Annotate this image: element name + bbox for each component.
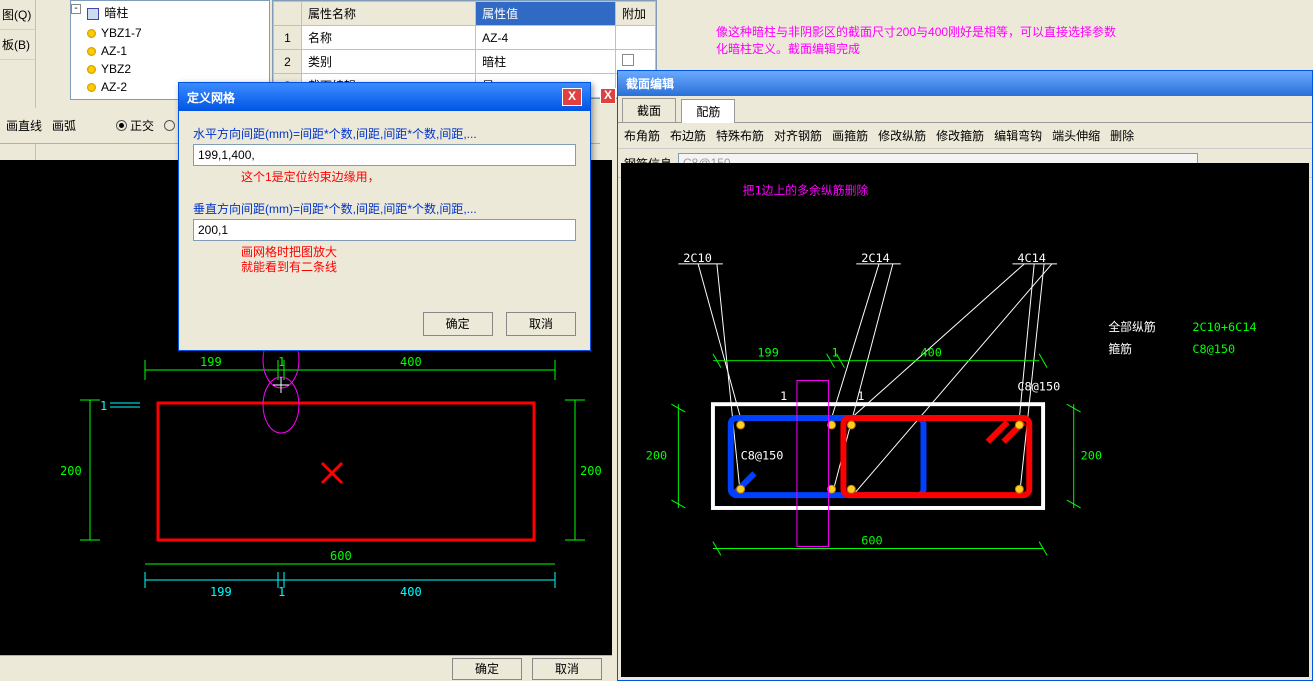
dim-400: 400 [400, 355, 422, 369]
prop-row[interactable]: 1 名称 AZ-4 [274, 26, 656, 50]
prop-row-name: 名称 [302, 26, 476, 50]
tool-edit-hook[interactable]: 编辑弯钩 [994, 127, 1042, 144]
tree-item-label: AZ-2 [101, 80, 127, 94]
cancel-button[interactable]: 取消 [506, 312, 576, 336]
tool-draw-stirrup[interactable]: 画箍筋 [832, 127, 868, 144]
section-canvas[interactable]: 把1边上的多余纵筋删除 2C10 2C14 4C14 199 1 400 [621, 163, 1309, 677]
prop-row-idx: 2 [274, 50, 302, 74]
tool-arc[interactable]: 画弧 [52, 117, 76, 134]
prop-row-idx: 1 [274, 26, 302, 50]
close-icon[interactable]: X [600, 88, 616, 104]
cancel-button[interactable]: 取消 [532, 658, 602, 680]
radio-label: 正交 [130, 117, 154, 134]
dim-1b: 1 [857, 389, 864, 403]
prop-row-extra [616, 26, 656, 50]
tree-item-label: YBZ2 [101, 62, 131, 76]
tool-label: 画弧 [52, 117, 76, 134]
dim-200-left: 200 [60, 464, 82, 478]
tool-line[interactable]: 画直线 [6, 117, 42, 134]
dim-199: 199 [757, 346, 778, 360]
tool-mod-long[interactable]: 修改纵筋 [878, 127, 926, 144]
dim-200-right: 200 [580, 464, 602, 478]
tool-mod-stirrup[interactable]: 修改箍筋 [936, 127, 984, 144]
canvas-note: 把1边上的多余纵筋删除 [743, 184, 869, 198]
h-spacing-input[interactable] [193, 144, 576, 166]
tool-special-bar[interactable]: 特殊布筋 [716, 127, 764, 144]
dim-1a: 1 [780, 389, 787, 403]
dim-199b: 199 [210, 585, 232, 599]
dim-200r: 200 [1081, 449, 1102, 463]
menu-item-graph[interactable]: 图(Q) [0, 0, 35, 30]
prop-row-value[interactable]: AZ-4 [476, 26, 616, 50]
lbl-2c10: 2C10 [683, 251, 712, 265]
tree-item-label: AZ-1 [101, 44, 127, 58]
close-icon[interactable]: X [562, 88, 582, 106]
annotation-text: 像这种暗柱与非阴影区的截面尺寸200与400刚好是相等，可以直接选择参数 化暗柱… [716, 24, 1116, 58]
dim-200l: 200 [646, 449, 667, 463]
dialog-titlebar: 定义网格 X [179, 83, 590, 111]
tree-toggle-icon[interactable]: - [71, 4, 81, 14]
section-toolbar: 布角筋 布边筋 特殊布筋 对齐钢筋 画箍筋 修改纵筋 修改箍筋 编辑弯钩 端头伸… [618, 123, 1312, 149]
tree-item[interactable]: YBZ1-7 [71, 24, 269, 42]
tree-root[interactable]: - 暗柱 [71, 1, 269, 24]
prop-row[interactable]: 2 类别 暗柱 [274, 50, 656, 74]
tool-align-bar[interactable]: 对齐钢筋 [774, 127, 822, 144]
dim-1b: 1 [278, 585, 285, 599]
lbl-c8-b: C8@150 [741, 449, 784, 463]
lbl-c8-a: C8@150 [1017, 379, 1060, 393]
radio-icon [164, 120, 175, 131]
lbl-4c14: 4C14 [1017, 251, 1046, 265]
v-spacing-note: 画网格时把图放大 就能看到有二条线 [241, 245, 576, 276]
tool-corner-bar[interactable]: 布角筋 [624, 127, 660, 144]
v-spacing-label: 垂直方向间距(mm)=间距*个数,间距,间距*个数,间距,... [193, 200, 576, 217]
tool-end-extend[interactable]: 端头伸缩 [1052, 127, 1100, 144]
dim-1-left: 1 [100, 399, 107, 413]
folder-icon [87, 8, 99, 20]
prop-row-value[interactable]: 暗柱 [476, 50, 616, 74]
dim-1: 1 [278, 355, 285, 369]
section-editor-title: 截面编辑 [618, 71, 1312, 96]
prop-corner [274, 2, 302, 26]
prop-hdr-name: 属性名称 [302, 2, 476, 26]
tool-edge-bar[interactable]: 布边筋 [670, 127, 706, 144]
tree-root-label: 暗柱 [104, 6, 128, 20]
dim-600: 600 [861, 534, 882, 548]
h-spacing-label: 水平方向间距(mm)=间距*个数,间距,间距*个数,间距,... [193, 125, 576, 142]
v-spacing-input[interactable] [193, 219, 576, 241]
dim-600: 600 [330, 549, 352, 563]
define-grid-dialog: 定义网格 X 水平方向间距(mm)=间距*个数,间距,间距*个数,间距,... … [178, 82, 591, 351]
tab-section[interactable]: 截面 [622, 98, 676, 122]
section-tabs: 截面 配筋 [618, 96, 1312, 123]
lbl-all-bars: 全部纵筋 [1108, 320, 1156, 334]
ok-button[interactable]: 确定 [423, 312, 493, 336]
dim-199: 199 [200, 355, 222, 369]
tree-item[interactable]: AZ-1 [71, 42, 269, 60]
menu-item-slab[interactable]: 板(B) [0, 30, 35, 60]
tab-rebar[interactable]: 配筋 [681, 99, 735, 123]
prop-hdr-extra: 附加 [616, 2, 656, 26]
tree-item[interactable]: YBZ2 [71, 60, 269, 78]
dim-400b: 400 [400, 585, 422, 599]
prop-row-name: 类别 [302, 50, 476, 74]
tool-label: 画直线 [6, 117, 42, 134]
h-spacing-note: 这个1是定位约束边缘用， [241, 170, 576, 186]
bottom-button-bar: 确定 取消 [0, 655, 612, 681]
val-stirrup: C8@150 [1192, 342, 1235, 356]
lbl-stirrup: 箍筋 [1108, 342, 1132, 356]
tree-item-label: YBZ1-7 [101, 26, 142, 40]
dim-400: 400 [921, 346, 942, 360]
radio-icon [116, 120, 127, 131]
section-editor-window: 截面编辑 截面 配筋 布角筋 布边筋 特殊布筋 对齐钢筋 画箍筋 修改纵筋 修改… [617, 70, 1313, 681]
dim-1: 1 [832, 346, 839, 360]
val-all-bars: 2C10+6C14 [1192, 320, 1256, 334]
ortho-radio[interactable]: 正交 [116, 117, 154, 134]
lbl-2c14: 2C14 [861, 251, 890, 265]
ok-button[interactable]: 确定 [452, 658, 522, 680]
dialog-title: 定义网格 [187, 89, 235, 106]
tool-delete[interactable]: 删除 [1110, 127, 1134, 144]
prop-hdr-value: 属性值 [476, 2, 616, 26]
